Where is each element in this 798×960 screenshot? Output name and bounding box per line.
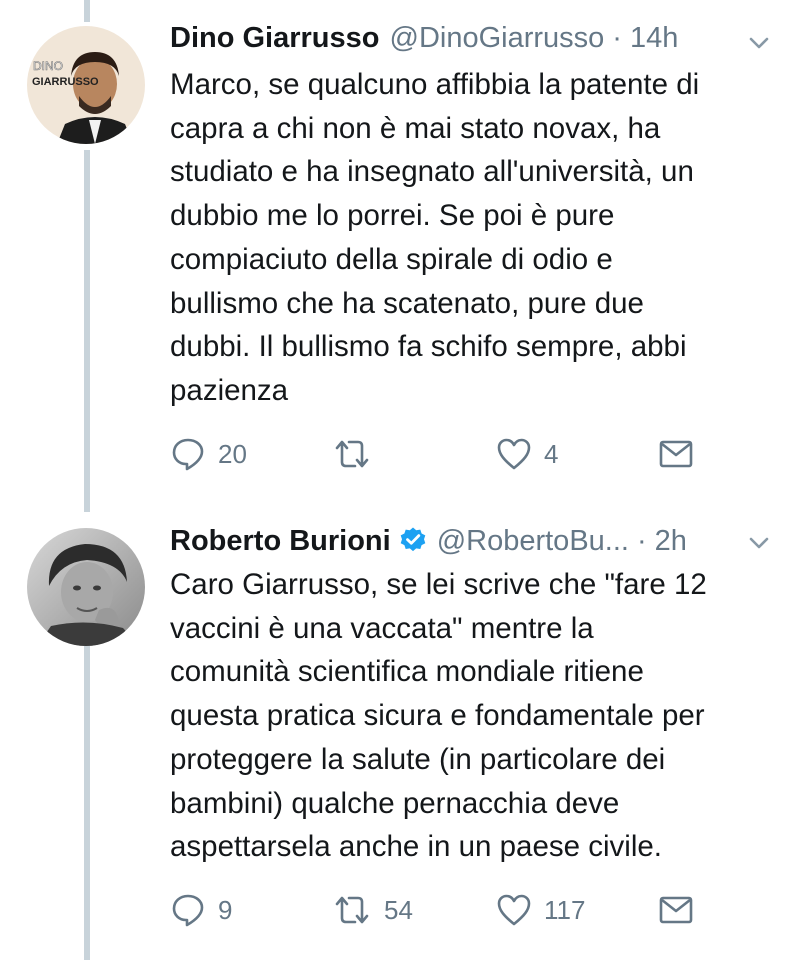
tweet-text-line: comunità scientifica mondiale ritiene	[170, 655, 644, 689]
tweet-text-line: aspettarsela anche in un paese civile.	[170, 830, 662, 864]
chevron-down-icon[interactable]	[748, 532, 770, 554]
timestamp[interactable]: 14h	[630, 22, 678, 55]
tweet[interactable]: Roberto Burioni @RobertoBu... · 2h Caro …	[0, 500, 798, 960]
like-button[interactable]: 4	[496, 434, 558, 474]
retweet-icon	[335, 440, 369, 468]
tweet-text-line: questa pratica sicura e fondamentale per	[170, 699, 705, 733]
retweet-button[interactable]: 54	[332, 890, 413, 930]
separator-dot: ·	[612, 22, 622, 54]
tweet-text-line: Marco, se qualcuno affibbia la patente d…	[170, 68, 700, 101]
tweet-header: Roberto Burioni @RobertoBu... · 2h	[170, 522, 798, 562]
tweet-header: Dino Giarrusso @DinoGiarrusso · 14h	[170, 22, 798, 62]
display-name[interactable]: Roberto Burioni	[170, 525, 391, 558]
dm-icon	[659, 896, 693, 924]
tweet-text-line: dubbio me lo porrei. Se poi è pure	[170, 199, 615, 233]
user-handle[interactable]: @DinoGiarrusso	[390, 22, 605, 55]
separator-dot: ·	[636, 525, 647, 557]
tweet-text-line: vaccini è una vaccata" mentre la	[170, 611, 594, 645]
tweet-text-line: proteggere la salute (in particolare dei	[170, 742, 666, 776]
timestamp[interactable]: 2h	[655, 525, 687, 558]
tweet-text: Caro Giarrusso, se lei scrive che "fare …	[170, 563, 780, 869]
like-icon	[497, 438, 531, 470]
avatar-text-line1: DINO	[33, 59, 63, 73]
tweet-text-line: pazienza	[170, 373, 289, 407]
user-handle[interactable]: @RobertoBu...	[437, 525, 629, 558]
avatar-image	[27, 528, 145, 646]
chevron-down-icon[interactable]	[748, 32, 770, 54]
tweet[interactable]: DINO GIARRUSSO Dino Giarrusso @DinoGiarr…	[0, 0, 798, 500]
reply-button[interactable]: 20	[170, 434, 247, 474]
like-button[interactable]: 117	[496, 890, 585, 930]
reply-count: 20	[218, 438, 247, 469]
tweet-text-line: capra a chi non è mai stato novax, ha	[170, 111, 661, 145]
retweet-count: 54	[384, 894, 413, 925]
tweet-text-line: compiaciuto della spirale di odio e	[170, 242, 613, 276]
direct-message-button[interactable]	[658, 434, 694, 474]
retweet-icon	[335, 896, 369, 924]
avatar[interactable]	[27, 528, 145, 646]
like-count: 117	[544, 894, 586, 925]
tweet-text-line: dubbi. Il bullismo fa schifo sempre, abb…	[170, 330, 687, 364]
reply-button[interactable]: 9	[170, 890, 232, 930]
like-icon	[497, 894, 531, 926]
tweet-actions: 9 54 117	[170, 890, 730, 930]
tweet-text: Marco, se qualcuno affibbia la patente d…	[170, 63, 780, 413]
like-count: 4	[544, 438, 559, 469]
verified-badge-icon	[400, 527, 426, 552]
tweet-text-line: Caro Giarrusso, se lei scrive che "fare …	[170, 568, 707, 601]
tweet-text-line: bambini) qualche pernacchia deve	[170, 786, 620, 820]
tweet-actions: 20 4	[170, 434, 730, 474]
avatar[interactable]: DINO GIARRUSSO	[27, 26, 145, 144]
reply-icon	[172, 438, 204, 471]
dm-icon	[659, 440, 693, 468]
tweet-text-line: bullismo che ha scatenato, pure due	[170, 286, 644, 320]
avatar-image: DINO GIARRUSSO	[27, 26, 145, 144]
tweet-text-line: studiato e ha insegnato all'università, …	[170, 155, 694, 189]
direct-message-button[interactable]	[658, 890, 694, 930]
reply-icon	[172, 894, 204, 927]
avatar-text-line2: GIARRUSSO	[32, 76, 99, 88]
retweet-button[interactable]	[332, 434, 384, 474]
reply-count: 9	[218, 894, 233, 925]
display-name[interactable]: Dino Giarrusso	[170, 22, 380, 55]
